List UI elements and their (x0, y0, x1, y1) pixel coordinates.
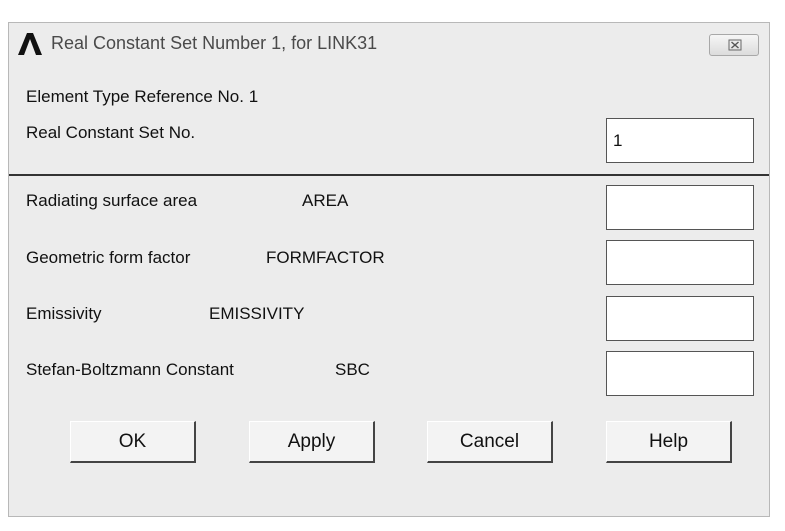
geometric-form-factor-label: Geometric form factor (26, 248, 191, 267)
ok-button[interactable]: OK (70, 421, 196, 463)
help-button[interactable]: Help (606, 421, 732, 463)
ansys-logo-icon (18, 33, 42, 55)
formfactor-input[interactable] (606, 240, 754, 285)
emissivity-label: Emissivity (26, 304, 102, 323)
close-button[interactable] (709, 34, 759, 56)
window-title: Real Constant Set Number 1, for LINK31 (51, 33, 378, 53)
sbc-keyword: SBC (335, 360, 370, 379)
real-constant-set-input[interactable]: 1 (606, 118, 754, 163)
radiating-surface-area-label: Radiating surface area (26, 191, 198, 210)
element-type-reference-label: Element Type Reference No. 1 (26, 87, 259, 106)
title-bar: Real Constant Set Number 1, for LINK31 (9, 23, 769, 67)
stefan-boltzmann-constant-label: Stefan-Boltzmann Constant (26, 360, 234, 379)
cancel-button[interactable]: Cancel (427, 421, 553, 463)
section-divider (9, 174, 769, 176)
apply-button[interactable]: Apply (249, 421, 375, 463)
close-icon (728, 39, 742, 51)
real-constant-set-label: Real Constant Set No. (26, 123, 196, 142)
formfactor-keyword: FORMFACTOR (266, 248, 385, 267)
area-keyword: AREA (302, 191, 349, 210)
emissivity-keyword: EMISSIVITY (209, 304, 305, 323)
real-constant-dialog: Real Constant Set Number 1, for LINK31 E… (8, 22, 770, 517)
emissivity-input[interactable] (606, 296, 754, 341)
sbc-input[interactable] (606, 351, 754, 396)
area-input[interactable] (606, 185, 754, 230)
